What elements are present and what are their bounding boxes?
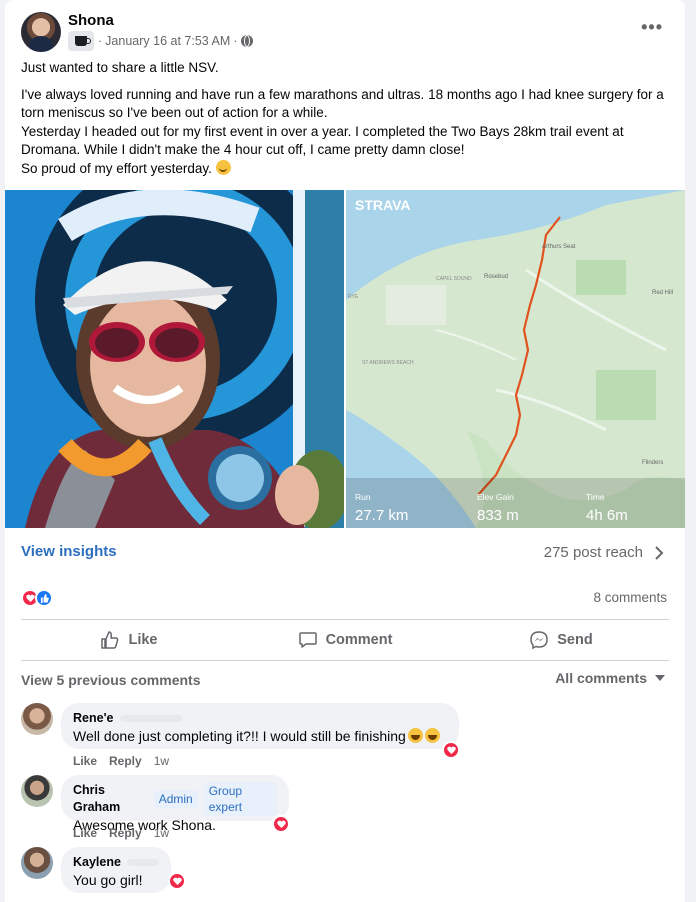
redacted-name — [126, 859, 159, 866]
strava-logo: STRAVA — [355, 197, 410, 213]
post-card: Shona · January 16 at 7:53 AM · ••• Just… — [5, 0, 685, 902]
laughing-emoji-icon — [407, 728, 423, 743]
map-label: ST ANDREWS BEACH — [362, 360, 414, 366]
comment-text: You go girl! — [73, 872, 143, 888]
comment-button[interactable]: Comment — [237, 620, 453, 660]
post-text-line: I've always loved running and have run a… — [21, 86, 664, 121]
globe-icon — [241, 35, 254, 47]
admin-badge[interactable]: Admin — [153, 790, 198, 808]
comment-like-button[interactable]: Like — [73, 826, 97, 840]
map-label: Flinders — [642, 460, 663, 466]
stat-value-run: 27.7 km — [355, 507, 408, 524]
comment-time[interactable]: 1w — [154, 754, 169, 768]
meta-dot-1: · — [98, 34, 103, 48]
laughing-emoji-icon — [424, 728, 440, 743]
post-meta: · January 16 at 7:53 AM · — [68, 31, 254, 51]
comment-reply-button[interactable]: Reply — [109, 826, 142, 840]
map-label: Red Hill — [652, 290, 673, 296]
all-comments-filter[interactable]: All comments — [555, 670, 665, 686]
comment-bubble-icon — [298, 632, 317, 648]
comment-text-row: Well done just completing it?!! I would … — [73, 727, 447, 746]
map-label: CAPEL SOUND — [436, 276, 472, 282]
selfie-illustration — [5, 190, 344, 528]
commenter-avatar[interactable] — [21, 703, 53, 735]
group-icon[interactable] — [68, 31, 94, 51]
map-label: Arthurs Seat — [542, 244, 576, 250]
thumbs-up-icon — [101, 631, 119, 649]
comment-actions: Like Reply 1w — [73, 826, 169, 840]
stat-value-elev: 833 m — [477, 507, 519, 524]
meta-dot-2: · — [233, 34, 238, 48]
post-reach[interactable]: 275 post reach — [544, 544, 643, 561]
stat-label-time: Time — [586, 492, 605, 502]
commenter-name-row: Chris Graham Admin Group expert — [73, 782, 277, 816]
stat-value-time: 4h 6m — [586, 507, 628, 524]
comment-item: Kaylene You go girl! — [21, 847, 671, 902]
comment-time[interactable]: 1w — [154, 826, 169, 840]
chevron-right-icon[interactable] — [653, 545, 665, 561]
comment-love-reaction-icon[interactable] — [272, 815, 290, 833]
selfie-photo[interactable] — [5, 190, 344, 528]
comment-love-reaction-icon[interactable] — [442, 741, 460, 759]
more-options-button[interactable]: ••• — [641, 18, 663, 36]
strava-map-illustration: STRAVA Arthurs Seat Rosebud CAPEL SOUND … — [346, 190, 685, 528]
comment-text: Well done just completing it?!! I would … — [73, 728, 406, 744]
commenter-name-row: Kaylene — [73, 854, 159, 871]
stat-label-elev: Elev Gain — [477, 492, 514, 502]
post-header: Shona · January 16 at 7:53 AM · ••• — [5, 0, 685, 58]
post-date[interactable]: January 16 at 7:53 AM — [105, 34, 230, 48]
reaction-summary[interactable] — [21, 589, 53, 607]
group-expert-badge[interactable]: Group expert — [203, 782, 277, 816]
comment-item: Chris Graham Admin Group expert Awesome … — [21, 775, 671, 845]
send-button[interactable]: Send — [453, 620, 669, 660]
commenter-name-row: Rene'e — [73, 710, 447, 727]
post-text-line: Just wanted to share a little NSV. — [21, 60, 219, 75]
comment-bubble: Rene'e Well done just completing it?!! I… — [61, 703, 459, 749]
comment-item: Rene'e Well done just completing it?!! I… — [21, 703, 671, 773]
view-insights-link[interactable]: View insights — [21, 543, 117, 560]
comment-label: Comment — [325, 632, 393, 648]
commenter-avatar[interactable] — [21, 775, 53, 807]
like-label: Like — [128, 632, 158, 648]
comment-love-reaction-icon[interactable] — [168, 872, 186, 890]
post-text-line: Yesterday I headed out for my first even… — [21, 123, 624, 158]
redacted-name — [119, 715, 182, 722]
commenter-avatar[interactable] — [21, 847, 53, 879]
photo-grid: STRAVA Arthurs Seat Rosebud CAPEL SOUND … — [5, 190, 685, 528]
filter-label: All comments — [555, 670, 647, 686]
post-text: Just wanted to share a little NSV. I've … — [21, 59, 671, 178]
author-avatar[interactable] — [21, 12, 61, 52]
messenger-icon — [530, 631, 549, 650]
post-actions-bar: Like Comment Send — [21, 620, 669, 660]
like-button[interactable]: Like — [21, 620, 237, 660]
post-text-line: So proud of my effort yesterday. — [21, 160, 212, 176]
like-reaction-icon — [35, 589, 53, 607]
commenter-name[interactable]: Rene'e — [73, 710, 114, 727]
smile-emoji-icon — [215, 159, 231, 175]
map-label: Rosebud — [484, 274, 508, 280]
comment-actions: Like Reply 1w — [73, 754, 169, 768]
send-label: Send — [557, 632, 593, 648]
view-previous-comments[interactable]: View 5 previous comments — [21, 672, 200, 688]
commenter-name[interactable]: Chris Graham — [73, 782, 148, 816]
comments-count[interactable]: 8 comments — [593, 590, 667, 605]
comment-like-button[interactable]: Like — [73, 754, 97, 768]
stat-label-run: Run — [355, 492, 371, 502]
comment-bubble: Chris Graham Admin Group expert Awesome … — [61, 775, 289, 833]
commenter-name[interactable]: Kaylene — [73, 854, 121, 871]
post-text-line-last: So proud of my effort yesterday. — [21, 159, 671, 179]
strava-map[interactable]: STRAVA Arthurs Seat Rosebud CAPEL SOUND … — [346, 190, 685, 528]
map-label: RYE — [348, 294, 359, 300]
caret-down-icon — [655, 675, 665, 681]
author-name[interactable]: Shona — [68, 12, 114, 29]
divider — [21, 660, 669, 661]
comment-reply-button[interactable]: Reply — [109, 754, 142, 768]
comment-bubble: Kaylene You go girl! — [61, 847, 171, 893]
